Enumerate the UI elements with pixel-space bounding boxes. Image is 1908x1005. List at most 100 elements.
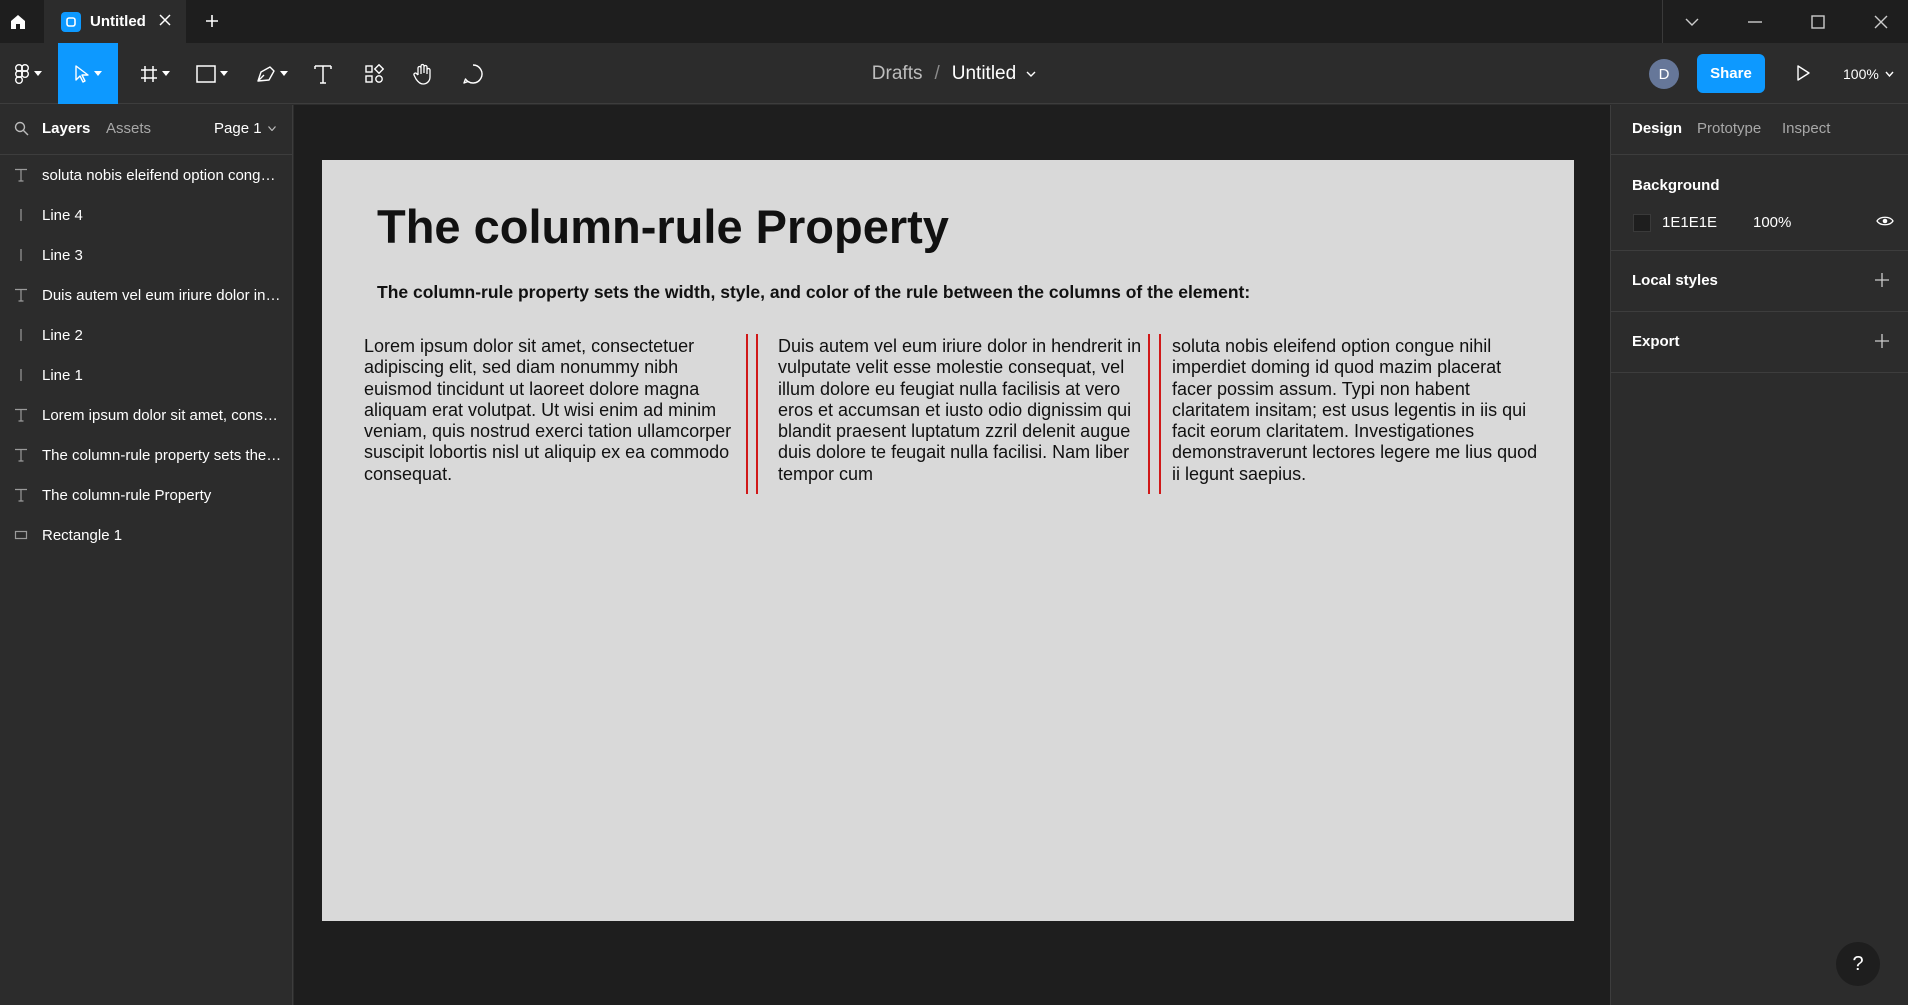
- zoom-dropdown[interactable]: 100%: [1843, 61, 1894, 87]
- left-panel-tabs: Layers Assets Page 1: [0, 105, 292, 155]
- right-panel-tabs: Design Prototype Inspect: [1611, 105, 1908, 155]
- move-tool-button[interactable]: [58, 43, 118, 104]
- export-heading: Export: [1632, 333, 1680, 350]
- text-layer-icon: [0, 408, 42, 422]
- help-button[interactable]: ?: [1836, 942, 1880, 986]
- page-selector[interactable]: Page 1: [214, 120, 276, 137]
- text-layer-icon: [0, 488, 42, 502]
- column-rule-line-1[interactable]: [746, 334, 748, 494]
- avatar[interactable]: D: [1649, 59, 1679, 89]
- breadcrumb-separator: /: [934, 62, 940, 84]
- text-column-2[interactable]: Duis autem vel eum iriure dolor in hendr…: [778, 336, 1148, 485]
- add-export-plus-icon[interactable]: [1875, 334, 1889, 348]
- layer-row[interactable]: Line 1: [0, 355, 292, 395]
- new-tab-plus-icon[interactable]: [200, 9, 224, 33]
- tab-inspect[interactable]: Inspect: [1782, 120, 1830, 137]
- chevron-down-icon[interactable]: [1026, 71, 1036, 77]
- layer-name: Line 3: [42, 246, 83, 264]
- layer-row[interactable]: The column-rule Property: [0, 475, 292, 515]
- text-column-3[interactable]: soluta nobis eleifend option congue nihi…: [1172, 336, 1542, 485]
- column-rule-line-2[interactable]: [756, 334, 758, 494]
- tab-assets[interactable]: Assets: [106, 120, 151, 137]
- background-color-swatch[interactable]: [1633, 214, 1651, 232]
- chevron-down-icon: [280, 71, 288, 76]
- background-section: Background: [1611, 155, 1908, 251]
- toolbar: Drafts / Untitled D Share 100%: [0, 43, 1908, 104]
- shape-tool-button[interactable]: [190, 43, 234, 104]
- layer-name: The column-rule Property: [42, 486, 212, 504]
- close-icon[interactable]: [158, 13, 172, 27]
- breadcrumb-file-name[interactable]: Untitled: [952, 63, 1016, 85]
- text-column-1[interactable]: Lorem ipsum dolor sit amet, consectetuer…: [364, 336, 746, 485]
- text-t-icon: [314, 64, 332, 84]
- zoom-value: 100%: [1843, 66, 1879, 82]
- background-hex-input[interactable]: 1E1E1E: [1662, 214, 1717, 231]
- column-rule-line-3[interactable]: [1148, 334, 1150, 494]
- line-layer-icon: [0, 328, 42, 342]
- maximize-icon[interactable]: [1798, 0, 1838, 43]
- layer-row[interactable]: Line 3: [0, 235, 292, 275]
- layer-row[interactable]: soluta nobis eleifend option congue nihi…: [0, 155, 292, 195]
- home-icon[interactable]: [0, 0, 36, 43]
- chevron-down-icon: [94, 71, 102, 76]
- breadcrumb-drafts[interactable]: Drafts: [872, 63, 923, 85]
- layer-row[interactable]: The column-rule property sets the width: [0, 435, 292, 475]
- background-opacity-input[interactable]: 100%: [1753, 214, 1791, 231]
- layer-row[interactable]: Lorem ipsum dolor sit amet, consectetuer: [0, 395, 292, 435]
- layer-name: Rectangle 1: [42, 526, 123, 544]
- layer-row[interactable]: Line 2: [0, 315, 292, 355]
- share-button[interactable]: Share: [1697, 54, 1765, 93]
- page-selector-label: Page 1: [214, 120, 262, 137]
- hand-tool-button[interactable]: [410, 43, 436, 104]
- layer-name: Lorem ipsum dolor sit amet, consectetuer: [42, 406, 282, 424]
- rectangle-icon: [196, 64, 216, 83]
- line-layer-icon: [0, 208, 42, 222]
- text-layer-icon: [0, 168, 42, 182]
- layer-name: Line 4: [42, 206, 83, 224]
- tab-layers[interactable]: Layers: [42, 120, 90, 137]
- minimize-icon[interactable]: [1735, 0, 1775, 43]
- components-icon: [365, 63, 384, 83]
- canvas[interactable]: The column-rule Property The column-rule…: [294, 105, 1610, 1005]
- layer-row[interactable]: Duis autem vel eum iriure dolor in hendr…: [0, 275, 292, 315]
- tab-prototype[interactable]: Prototype: [1697, 120, 1761, 137]
- chevron-down-icon: [220, 71, 228, 76]
- local-styles-section: Local styles: [1611, 251, 1908, 312]
- figma-logo-icon: [15, 63, 29, 84]
- layer-row[interactable]: Line 4: [0, 195, 292, 235]
- tab-design[interactable]: Design: [1632, 120, 1682, 137]
- rectangle-layer-icon: [0, 529, 42, 541]
- background-heading: Background: [1632, 177, 1720, 194]
- comment-tool-button[interactable]: [460, 43, 486, 104]
- chevron-down-icon: [267, 126, 276, 131]
- chevron-down-icon: [1885, 71, 1894, 77]
- add-style-plus-icon[interactable]: [1875, 273, 1889, 287]
- frame-rectangle[interactable]: The column-rule Property The column-rule…: [322, 160, 1574, 921]
- search-icon[interactable]: [14, 121, 29, 136]
- canvas-subheading[interactable]: The column-rule property sets the width,…: [377, 282, 1250, 303]
- frame-tool-button[interactable]: [133, 43, 177, 104]
- file-tab[interactable]: Untitled: [44, 0, 186, 43]
- visibility-eye-icon[interactable]: [1876, 215, 1894, 227]
- pen-tool-button[interactable]: [250, 43, 294, 104]
- line-layer-icon: [0, 368, 42, 382]
- window-close-icon[interactable]: [1861, 0, 1901, 43]
- column-rule-line-4[interactable]: [1159, 334, 1161, 494]
- canvas-heading[interactable]: The column-rule Property: [377, 199, 949, 254]
- tab-title: Untitled: [90, 13, 146, 30]
- layer-name: Line 2: [42, 326, 83, 344]
- present-play-icon[interactable]: [1790, 60, 1816, 86]
- layers-panel: Layers Assets Page 1 soluta nobis eleife…: [0, 105, 293, 1005]
- resources-tool-button[interactable]: [361, 43, 387, 104]
- frame-hash-icon: [141, 65, 157, 82]
- text-layer-icon: [0, 288, 42, 302]
- layer-name: Duis autem vel eum iriure dolor in hendr…: [42, 286, 282, 304]
- chevron-down-icon: [34, 71, 42, 76]
- text-tool-button[interactable]: [310, 43, 336, 104]
- figma-file-icon: [61, 11, 81, 32]
- chevron-down-icon[interactable]: [1672, 0, 1712, 43]
- main-menu-button[interactable]: [6, 43, 50, 104]
- line-layer-icon: [0, 248, 42, 262]
- layers-list: soluta nobis eleifend option congue nihi…: [0, 155, 292, 555]
- layer-row[interactable]: Rectangle 1: [0, 515, 292, 555]
